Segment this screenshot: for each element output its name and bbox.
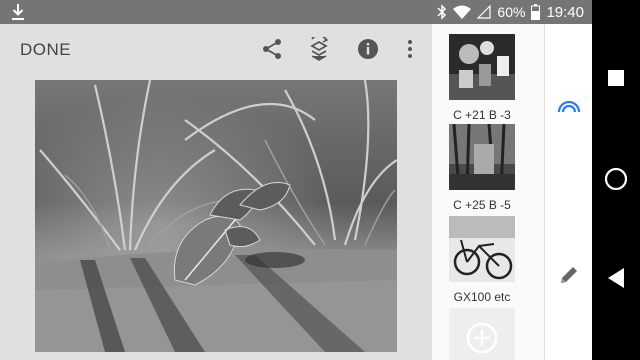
photo-preview[interactable] [35, 80, 397, 352]
look-thumbnail[interactable] [449, 124, 515, 190]
look-label: C +25 B -5 [453, 198, 511, 212]
toolbar: DONE [0, 24, 432, 76]
side-panel [544, 24, 592, 360]
signal-icon [477, 5, 492, 19]
more-icon[interactable] [397, 36, 423, 62]
look-thumbnail[interactable] [449, 216, 515, 282]
download-icon [12, 4, 24, 20]
share-icon[interactable] [259, 36, 285, 62]
looks-arc-icon[interactable] [557, 98, 581, 119]
home-icon[interactable] [604, 167, 628, 191]
look-thumbnail[interactable] [449, 34, 515, 100]
add-icon [466, 322, 498, 354]
back-icon[interactable] [604, 266, 628, 290]
pencil-icon[interactable] [558, 264, 580, 291]
wifi-icon [453, 5, 472, 19]
look-item[interactable]: C +25 B -5 [449, 124, 515, 212]
look-label: C +21 B -3 [453, 108, 511, 122]
looks-panel: C +21 B -3 C +25 B -5 GX100 etc [432, 24, 544, 360]
done-button[interactable]: DONE [20, 40, 71, 60]
editor-area: DONE [0, 24, 432, 360]
battery-icon [531, 4, 541, 20]
navigation-bar [592, 0, 640, 360]
bluetooth-icon [437, 4, 447, 20]
battery-percent: 60% [497, 4, 526, 20]
look-item[interactable]: C +21 B -3 [449, 34, 515, 122]
status-bar: 60% 19:40 [0, 0, 592, 24]
look-item[interactable]: GX100 etc [449, 216, 515, 304]
stack-icon[interactable] [306, 36, 332, 62]
recents-icon[interactable] [604, 66, 628, 90]
add-look-button[interactable] [449, 308, 515, 360]
info-icon[interactable] [355, 36, 381, 62]
clock: 19:40 [546, 3, 584, 21]
look-label: GX100 etc [453, 290, 511, 304]
